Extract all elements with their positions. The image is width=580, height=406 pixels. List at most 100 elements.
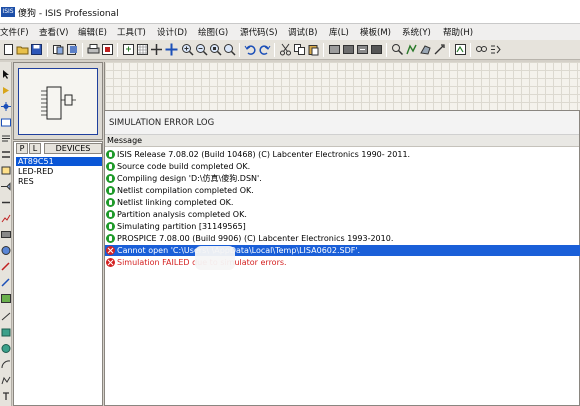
device-item[interactable]: LED-RED (16, 167, 102, 176)
log-message-row[interactable]: ISIS Release 7.08.02 (Build 10468) (C) L… (105, 149, 580, 160)
import-icon[interactable] (52, 43, 65, 56)
menu-template[interactable]: 模板(M) (360, 26, 391, 38)
toolbar-separator (449, 43, 450, 57)
log-message-row[interactable]: Partition analysis completed OK. (105, 209, 580, 220)
dialog-title-bar[interactable]: SIMULATION ERROR LOG (105, 111, 579, 135)
zoom-in-icon[interactable] (181, 43, 194, 56)
block-move-icon[interactable] (342, 43, 355, 56)
block-delete-icon[interactable] (370, 43, 383, 56)
make-device-icon[interactable] (405, 43, 418, 56)
grid-icon[interactable] (136, 43, 149, 56)
log-message-text: Cannot open 'C:\Users\ \AppData\Local\Te… (117, 246, 361, 255)
component-mode-icon[interactable] (1, 86, 11, 95)
refresh-icon[interactable] (122, 43, 135, 56)
overview-pane[interactable] (13, 62, 103, 140)
block-copy-icon[interactable] (328, 43, 341, 56)
packaging-icon[interactable] (419, 43, 432, 56)
info-ok-icon (106, 198, 115, 207)
toolbar-separator (239, 43, 240, 57)
cut-icon[interactable] (279, 43, 292, 56)
block-rotate-icon[interactable] (356, 43, 369, 56)
zoom-out-icon[interactable] (195, 43, 208, 56)
copy-icon[interactable] (293, 43, 306, 56)
menu-file[interactable]: 文件(F) (0, 26, 29, 38)
undo-icon[interactable] (244, 43, 257, 56)
area-icon[interactable] (101, 43, 114, 56)
menu-edit[interactable]: 编辑(E) (78, 26, 107, 38)
log-message-row[interactable]: Simulating partition [31149565] (105, 221, 580, 232)
box-draw-icon[interactable] (1, 328, 11, 337)
menu-help[interactable]: 帮助(H) (443, 26, 473, 38)
paste-icon[interactable] (307, 43, 320, 56)
graph-mode-icon[interactable] (1, 214, 11, 223)
terminals-mode-icon[interactable] (1, 182, 11, 191)
menu-bar: 文件(F) 查看(V) 编辑(E) 工具(T) 设计(D) 绘图(G) 源代码(… (0, 24, 580, 40)
devices-panel: P L DEVICES AT89C51 LED-RED RES (13, 141, 103, 406)
virtual-instrument-mode-icon[interactable] (1, 294, 11, 303)
path-draw-icon[interactable] (1, 376, 11, 385)
log-message-row-selected[interactable]: Cannot open 'C:\Users\ \AppData\Local\Te… (105, 245, 580, 256)
device-item[interactable]: RES (16, 177, 102, 186)
menu-system[interactable]: 系统(Y) (402, 26, 431, 38)
menu-design[interactable]: 设计(D) (157, 26, 187, 38)
app-logo-icon: ISIS (1, 7, 15, 17)
device-item[interactable]: AT89C51 (16, 157, 102, 166)
origin-icon[interactable] (150, 43, 163, 56)
search-tag-icon[interactable] (475, 43, 488, 56)
menu-tools[interactable]: 工具(T) (117, 26, 146, 38)
device-pins-mode-icon[interactable] (1, 198, 11, 207)
redo-icon[interactable] (258, 43, 271, 56)
log-message-row[interactable]: Source code build completed OK. (105, 161, 580, 172)
message-column-label: Message (107, 136, 143, 145)
current-probe-mode-icon[interactable] (1, 278, 11, 287)
dialog-title: SIMULATION ERROR LOG (109, 118, 215, 128)
wire-label-mode-icon[interactable] (1, 118, 11, 127)
junction-mode-icon[interactable] (1, 102, 11, 111)
log-message-row[interactable]: Netlist linking completed OK. (105, 197, 580, 208)
menu-view[interactable]: 查看(V) (39, 26, 68, 38)
message-column-header[interactable]: Message (105, 135, 579, 147)
decompose-icon[interactable] (433, 43, 446, 56)
text-draw-icon[interactable] (1, 392, 11, 401)
voltage-probe-mode-icon[interactable] (1, 262, 11, 271)
property-assign-icon[interactable] (489, 43, 502, 56)
generator-mode-icon[interactable] (1, 246, 11, 255)
circle-draw-icon[interactable] (1, 344, 11, 353)
bus-mode-icon[interactable] (1, 150, 11, 159)
zoom-area-icon[interactable] (223, 43, 236, 56)
library-manager-button[interactable]: L (29, 143, 41, 154)
subcircuit-mode-icon[interactable] (1, 166, 11, 175)
main-toolbar (0, 40, 580, 60)
toolbar-separator (274, 43, 275, 57)
open-icon[interactable] (16, 43, 29, 56)
pick-devices-button[interactable]: P (16, 143, 28, 154)
menu-library[interactable]: 库(L) (329, 26, 349, 38)
zoom-all-icon[interactable] (209, 43, 222, 56)
wire-autorouter-icon[interactable] (454, 43, 467, 56)
print-icon[interactable] (87, 43, 100, 56)
info-ok-icon (106, 150, 115, 159)
menu-graph[interactable]: 绘图(G) (198, 26, 228, 38)
info-ok-icon (106, 222, 115, 231)
log-message-row[interactable]: Compiling design 'D:\仿真\傻狗.DSN'. (105, 173, 580, 184)
overview-viewport[interactable] (18, 68, 98, 135)
menu-source[interactable]: 源代码(S) (240, 26, 278, 38)
menu-debug[interactable]: 调试(B) (288, 26, 317, 38)
toolbar-separator (47, 43, 48, 57)
export-icon[interactable] (66, 43, 79, 56)
tape-recorder-mode-icon[interactable] (1, 230, 11, 239)
text-script-mode-icon[interactable] (1, 134, 11, 143)
pan-icon[interactable] (165, 43, 178, 56)
error-icon (106, 258, 115, 267)
save-icon[interactable] (30, 43, 43, 56)
log-message-row[interactable]: PROSPICE 7.08.00 (Build 9906) (C) Labcen… (105, 233, 580, 244)
error-icon (106, 246, 115, 255)
pick-device-icon[interactable] (391, 43, 404, 56)
arc-draw-icon[interactable] (1, 360, 11, 369)
line-draw-icon[interactable] (1, 312, 11, 321)
info-ok-icon (106, 162, 115, 171)
log-message-row[interactable]: Simulation FAILED due to simulator error… (105, 257, 580, 268)
selection-mode-icon[interactable] (1, 70, 11, 79)
log-message-row[interactable]: Netlist compilation completed OK. (105, 185, 580, 196)
new-icon[interactable] (2, 43, 15, 56)
